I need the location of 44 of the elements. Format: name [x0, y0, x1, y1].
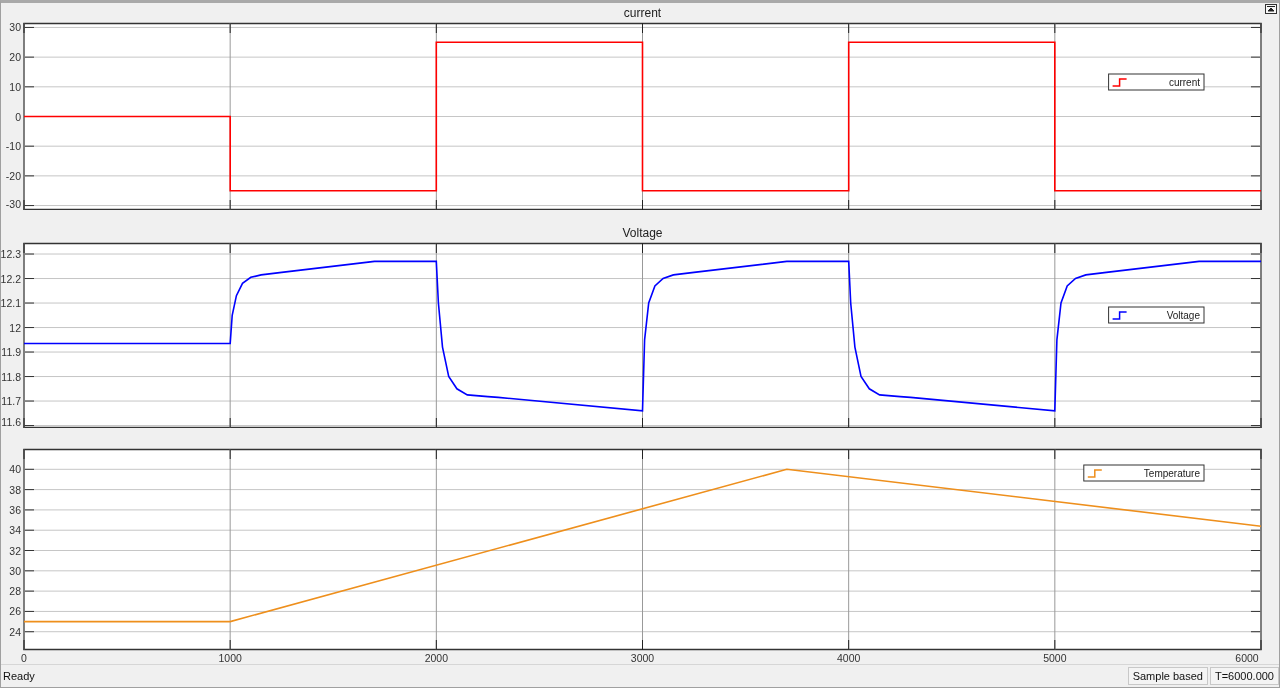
- tick-label: 0: [21, 652, 27, 664]
- tick-label: 20: [9, 51, 21, 64]
- tick-label: 12.3: [1, 248, 21, 261]
- tick-label: 3000: [630, 652, 655, 664]
- legend-line-icon: [1111, 311, 1128, 320]
- tick-label: 40: [9, 463, 21, 476]
- tick-label: 11.6: [1, 416, 21, 428]
- tick-label: -30: [5, 198, 21, 210]
- tick-label: 11.8: [1, 370, 21, 383]
- legend-label: Voltage: [1166, 310, 1200, 321]
- tick-label: 12.2: [1, 272, 21, 285]
- tick-label: 24: [9, 625, 21, 638]
- tick-label: 26: [9, 605, 21, 618]
- tick-label: 5000: [1043, 652, 1067, 664]
- tick-label: 2000: [424, 652, 448, 664]
- tick-label: 4000: [837, 652, 861, 664]
- plot-title: Voltage: [622, 226, 663, 240]
- simulation-time-field: T=6000.000: [1209, 667, 1279, 685]
- tick-label: -10: [5, 140, 21, 153]
- legend-label: current: [1168, 77, 1200, 88]
- legend-line-icon: [1111, 78, 1128, 87]
- tick-label: 10: [9, 80, 21, 93]
- undock-icon: [1267, 5, 1275, 13]
- tick-label: 12.1: [1, 297, 21, 310]
- tick-label: 30: [9, 21, 21, 34]
- tick-label: -20: [5, 169, 21, 182]
- status-message: Ready: [3, 670, 36, 682]
- tick-label: 1000: [218, 652, 242, 664]
- tick-label: 11.9: [1, 346, 21, 359]
- tick-label: 6000: [1235, 652, 1259, 664]
- sample-mode-field: Sample based: [1127, 667, 1208, 685]
- tick-label: 12: [9, 321, 21, 334]
- tick-label: 36: [9, 503, 21, 516]
- tick-label: 32: [9, 544, 21, 557]
- legend-label: Temperature: [1143, 468, 1200, 479]
- tick-label: 28: [9, 585, 21, 598]
- tick-label: 0: [15, 110, 21, 123]
- undock-button[interactable]: [1265, 4, 1277, 14]
- tick-label: 11.7: [1, 395, 21, 408]
- plot-title: current: [623, 6, 662, 20]
- legend-line-icon: [1087, 469, 1103, 478]
- tick-label: 30: [9, 564, 21, 577]
- tick-label: 38: [9, 483, 21, 496]
- tick-label: 34: [9, 524, 21, 537]
